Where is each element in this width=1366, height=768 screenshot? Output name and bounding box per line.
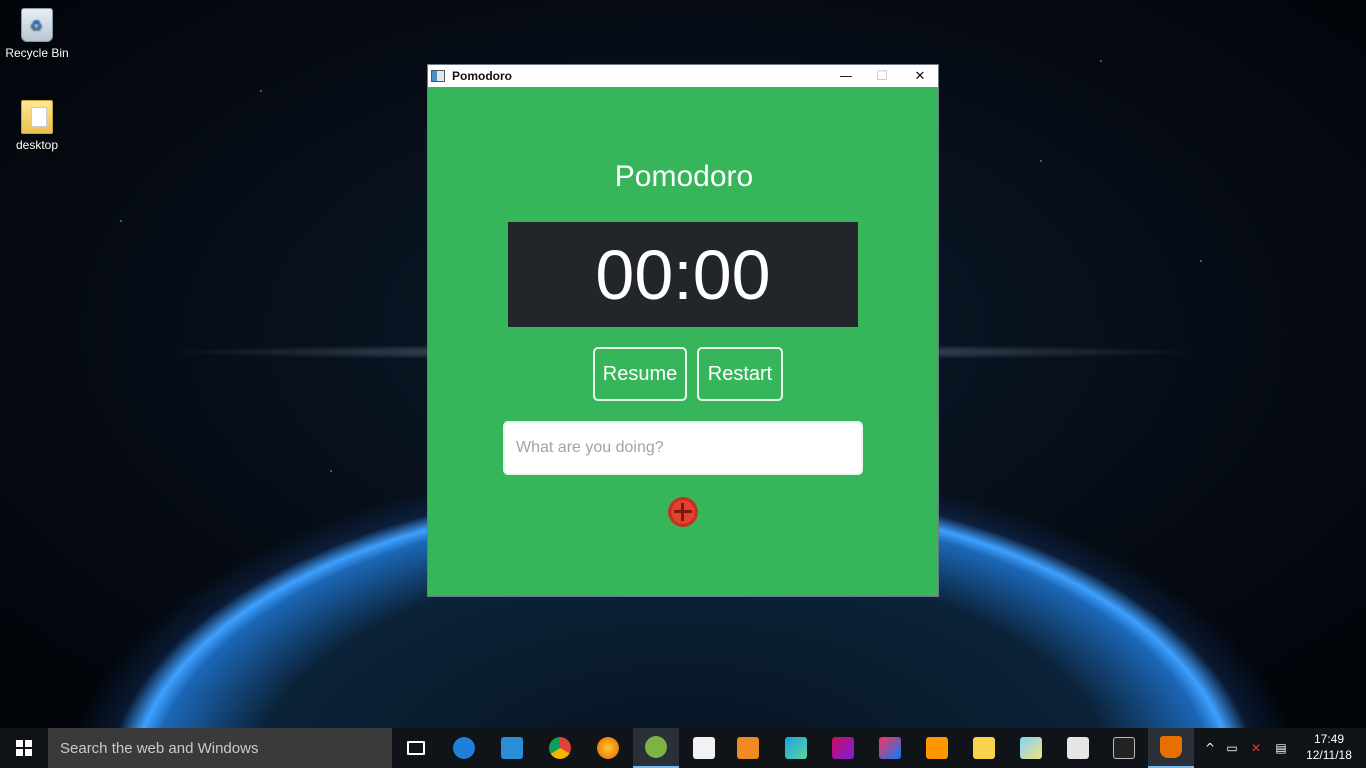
windows-logo-icon — [16, 740, 32, 756]
photos-icon[interactable] — [1008, 728, 1054, 768]
edge-icon[interactable] — [441, 728, 487, 768]
star — [330, 470, 332, 472]
start-button[interactable] — [0, 728, 48, 768]
android-studio-icon[interactable] — [633, 728, 679, 768]
file-explorer-icon[interactable] — [961, 728, 1007, 768]
pomodoro-window: Pomodoro — ☐ ✕ Pomodoro 00:00 Resume Res… — [427, 64, 939, 597]
clock[interactable]: 17:49 12/11/18 — [1298, 731, 1360, 763]
firefox-icon[interactable] — [585, 728, 631, 768]
resume-button[interactable]: Resume — [593, 347, 687, 401]
star — [260, 90, 262, 92]
java-icon[interactable] — [1148, 728, 1194, 768]
network-icon[interactable]: ▭ — [1220, 741, 1244, 755]
calculator-icon[interactable] — [1055, 728, 1101, 768]
title-bar[interactable]: Pomodoro — ☐ ✕ — [428, 65, 938, 87]
clock-date: 12/11/18 — [1306, 748, 1352, 762]
chrome-icon[interactable] — [537, 728, 583, 768]
intellij-icon[interactable] — [867, 728, 913, 768]
desktop-icon-label: desktop — [15, 138, 59, 152]
vscode-icon[interactable] — [489, 728, 535, 768]
star — [120, 220, 122, 222]
app-icon — [431, 70, 445, 82]
rider-icon[interactable] — [820, 728, 866, 768]
window-title: Pomodoro — [452, 69, 512, 83]
task-input[interactable] — [503, 421, 863, 475]
star — [1040, 160, 1042, 162]
folder-icon — [21, 100, 53, 134]
taskbar-search[interactable]: Search the web and Windows — [48, 728, 392, 768]
maximize-button[interactable]: ☐ — [864, 65, 900, 87]
star — [1100, 60, 1102, 62]
sublime-text-icon[interactable] — [914, 728, 960, 768]
tomato-icon[interactable] — [668, 497, 698, 527]
star — [1200, 260, 1202, 262]
clock-time: 17:49 — [1313, 732, 1345, 746]
action-center-icon[interactable]: ▤ — [1268, 741, 1294, 755]
close-button[interactable]: ✕ — [902, 65, 938, 87]
media-player-icon[interactable] — [725, 728, 771, 768]
show-hidden-icons-icon[interactable]: ^ — [1200, 741, 1220, 755]
restart-button[interactable]: Restart — [697, 347, 783, 401]
desktop-icon-desktop-folder[interactable]: desktop — [0, 100, 74, 152]
volume-muted-icon[interactable]: ✕ — [1244, 741, 1268, 755]
system-tray: ^ ▭ ✕ ▤ — [1200, 728, 1294, 768]
app-heading: Pomodoro — [614, 160, 754, 193]
desktop-icon-recycle-bin[interactable]: Recycle Bin — [0, 8, 74, 60]
command-prompt-icon[interactable] — [1101, 728, 1147, 768]
video-editor-icon[interactable] — [681, 728, 727, 768]
desktop-icon-label: Recycle Bin — [5, 46, 69, 60]
task-view-icon[interactable] — [393, 728, 439, 768]
minimize-button[interactable]: — — [828, 65, 864, 87]
timer-display: 00:00 — [508, 222, 858, 327]
recycle-bin-icon — [21, 8, 53, 42]
webstorm-icon[interactable] — [773, 728, 819, 768]
